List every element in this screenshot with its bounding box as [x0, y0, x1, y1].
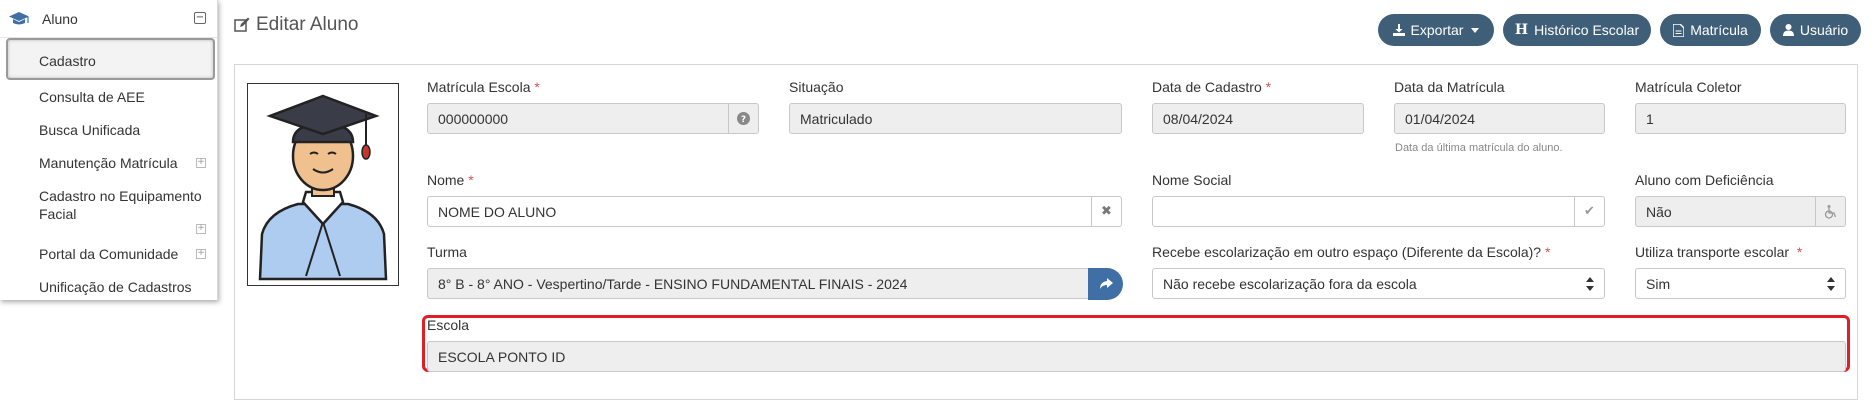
expand-icon[interactable]: + [196, 224, 206, 234]
select-arrows-icon [1586, 277, 1594, 291]
graduation-cap-icon [9, 11, 29, 24]
menu-item-equipamento-facial[interactable]: Cadastro no Equipamento Facial [39, 188, 202, 222]
check-icon[interactable]: ✔ [1574, 197, 1604, 226]
expand-icon[interactable]: + [196, 249, 206, 259]
nome-label: Nome * [427, 172, 474, 188]
data-cadastro-label: Data de Cadastro * [1152, 79, 1272, 95]
matricula-escola-input[interactable]: 000000000 ? [427, 103, 759, 134]
student-photo[interactable] [247, 83, 399, 286]
wheelchair-icon[interactable] [1815, 197, 1845, 226]
menu-header-label: Aluno [42, 10, 78, 27]
edit-icon [234, 17, 250, 32]
data-matricula-hint: Data da última matrícula do aluno. [1395, 142, 1563, 154]
turma-input[interactable]: 8° B - 8° ANO - Vespertino/Tarde - ENSIN… [427, 268, 1089, 299]
escola-label: Escola [427, 317, 470, 333]
data-cadastro-input[interactable]: 08/04/2024 [1152, 103, 1364, 134]
matricula-button[interactable]: Matrícula [1660, 14, 1761, 46]
matricula-escola-label: Matrícula Escola * [427, 79, 540, 95]
menu-header-aluno[interactable]: Aluno − [0, 0, 217, 38]
menu-item-consulta-aee[interactable]: Consulta de AEE [39, 89, 145, 105]
collapse-icon[interactable]: − [194, 12, 206, 24]
transporte-label: Utiliza transporte escolar * [1635, 244, 1803, 260]
file-icon [1673, 23, 1685, 37]
escolarizacao-select[interactable]: Não recebe escolarização fora da escola [1152, 268, 1605, 299]
menu-item-manutencao-matricula[interactable]: Manutenção Matrícula [39, 155, 178, 171]
usuario-button[interactable]: Usuário [1770, 14, 1861, 46]
sidebar-menu: Aluno − Cadastro Consulta de AEE Busca U… [0, 0, 218, 300]
escola-input[interactable]: ESCOLA PONTO ID [427, 341, 1846, 372]
aluno-deficiencia-label: Aluno com Deficiência [1635, 172, 1774, 188]
download-icon [1392, 24, 1405, 36]
menu-item-busca-unificada[interactable]: Busca Unificada [39, 122, 140, 138]
nome-social-label: Nome Social [1152, 172, 1232, 188]
help-icon[interactable]: ? [728, 104, 758, 133]
user-icon [1782, 24, 1794, 36]
nome-social-input[interactable]: ✔ [1152, 196, 1605, 227]
expand-icon[interactable]: + [196, 158, 206, 168]
h-icon: H [1514, 22, 1529, 38]
menu-item-cadastro[interactable]: Cadastro [6, 38, 215, 80]
page-title: Editar Aluno [234, 14, 358, 36]
share-arrow-icon [1099, 278, 1113, 289]
exportar-button[interactable]: Exportar [1378, 14, 1494, 46]
menu-item-unificacao-cadastros[interactable]: Unificação de Cadastros [39, 279, 192, 295]
nome-input[interactable]: NOME DO ALUNO ✖ [427, 196, 1122, 227]
share-arrow-button[interactable] [1088, 268, 1123, 300]
matricula-coletor-label: Matrícula Coletor [1635, 79, 1742, 95]
chevron-down-icon [1471, 27, 1480, 33]
menu-item-portal-comunidade[interactable]: Portal da Comunidade [39, 246, 178, 262]
aluno-deficiencia-input[interactable]: Não [1635, 196, 1846, 227]
transporte-select[interactable]: Sim [1635, 268, 1846, 299]
situacao-label: Situação [789, 79, 844, 95]
svg-text:?: ? [741, 115, 746, 125]
select-arrows-icon [1827, 277, 1835, 291]
data-matricula-input[interactable]: 01/04/2024 [1394, 103, 1605, 134]
student-avatar-icon [258, 94, 388, 281]
escolarizacao-label: Recebe escolarização em outro espaço (Di… [1152, 244, 1551, 260]
situacao-input[interactable]: Matriculado [789, 103, 1122, 134]
clear-icon[interactable]: ✖ [1091, 197, 1121, 226]
matricula-coletor-input[interactable]: 1 [1635, 103, 1846, 134]
data-matricula-label: Data da Matrícula [1394, 79, 1505, 95]
turma-label: Turma [427, 244, 467, 260]
historico-escolar-button[interactable]: H Histórico Escolar [1503, 14, 1651, 46]
